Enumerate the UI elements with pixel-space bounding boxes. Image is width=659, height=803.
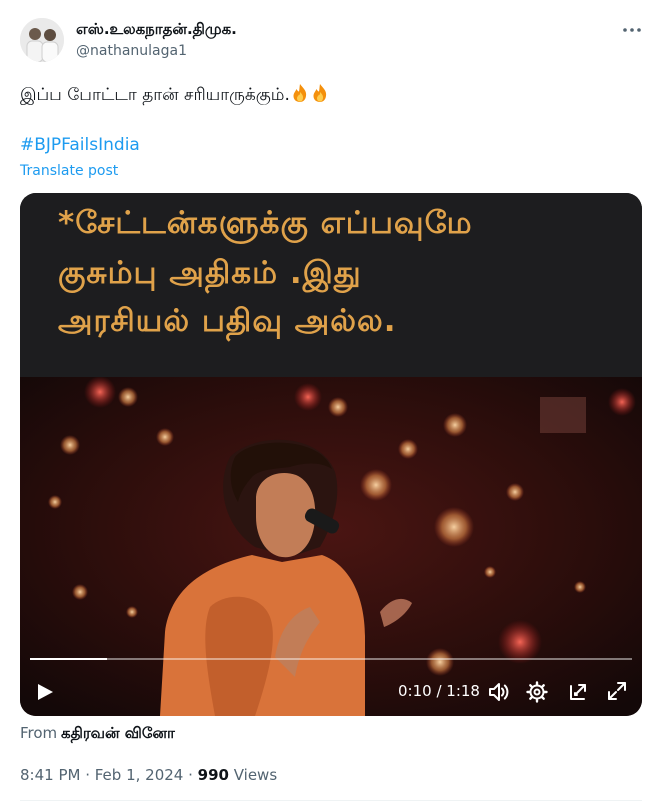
- hashtag-link[interactable]: #BJPFailsIndia: [20, 135, 140, 155]
- more-options-button[interactable]: [620, 20, 644, 40]
- video-time: 0:10 / 1:18: [398, 682, 480, 700]
- attribution-source-link[interactable]: கதிரவன் வினோ: [61, 724, 175, 744]
- play-icon: [38, 684, 53, 700]
- video-player[interactable]: *சேட்டன்களுக்கு எப்பவுமே குசும்பு அதிகம்…: [20, 193, 642, 716]
- video-progress-fill: [30, 658, 108, 660]
- video-caption-line-1: *சேட்டன்களுக்கு எப்பவுமே: [58, 205, 473, 241]
- popout-icon: [570, 684, 586, 700]
- post-text-content: இப்ப போட்டா தான் சரியாருக்கும்.: [20, 85, 290, 105]
- author-name[interactable]: எஸ்.உலகநாதன்.திமுக.: [76, 20, 237, 40]
- video-caption-line-2: குசும்பு அதிகம் .இது: [58, 255, 362, 291]
- popout-button[interactable]: [567, 681, 589, 703]
- video-frame-image: [20, 376, 642, 716]
- avatar-photo: [20, 18, 64, 62]
- author-avatar[interactable]: [20, 18, 64, 62]
- play-button[interactable]: [34, 681, 56, 703]
- post-meta: 8:41 PM · Feb 1, 2024 · 990 Views: [20, 766, 277, 784]
- video-caption-line-3: அரசியல் பதிவு அல்ல.: [58, 303, 397, 339]
- settings-icon: [526, 681, 548, 703]
- volume-button[interactable]: [487, 681, 511, 703]
- translate-post-link[interactable]: Translate post: [20, 163, 118, 179]
- author-handle[interactable]: @nathanulaga1: [76, 43, 187, 59]
- fullscreen-icon: [608, 682, 626, 700]
- fire-icon: [293, 84, 327, 102]
- video-progress-bar[interactable]: [30, 658, 632, 660]
- fire-emoji: [290, 83, 330, 108]
- views-label: Views: [228, 766, 278, 784]
- settings-button[interactable]: [526, 681, 548, 703]
- video-frame: [20, 376, 642, 716]
- post-text: இப்ப போட்டா தான் சரியாருக்கும்.: [20, 83, 330, 108]
- video-caption-area: *சேட்டன்களுக்கு எப்பவுமே குசும்பு அதிகம்…: [20, 193, 642, 377]
- fullscreen-button[interactable]: [606, 680, 628, 702]
- views-count: 990: [197, 766, 229, 784]
- more-horizontal-icon: [623, 28, 641, 32]
- volume-icon: [489, 683, 509, 701]
- post-timestamp[interactable]: 8:41 PM · Feb 1, 2024 ·: [20, 766, 198, 784]
- divider: [20, 800, 642, 801]
- attribution-label: From: [20, 724, 58, 742]
